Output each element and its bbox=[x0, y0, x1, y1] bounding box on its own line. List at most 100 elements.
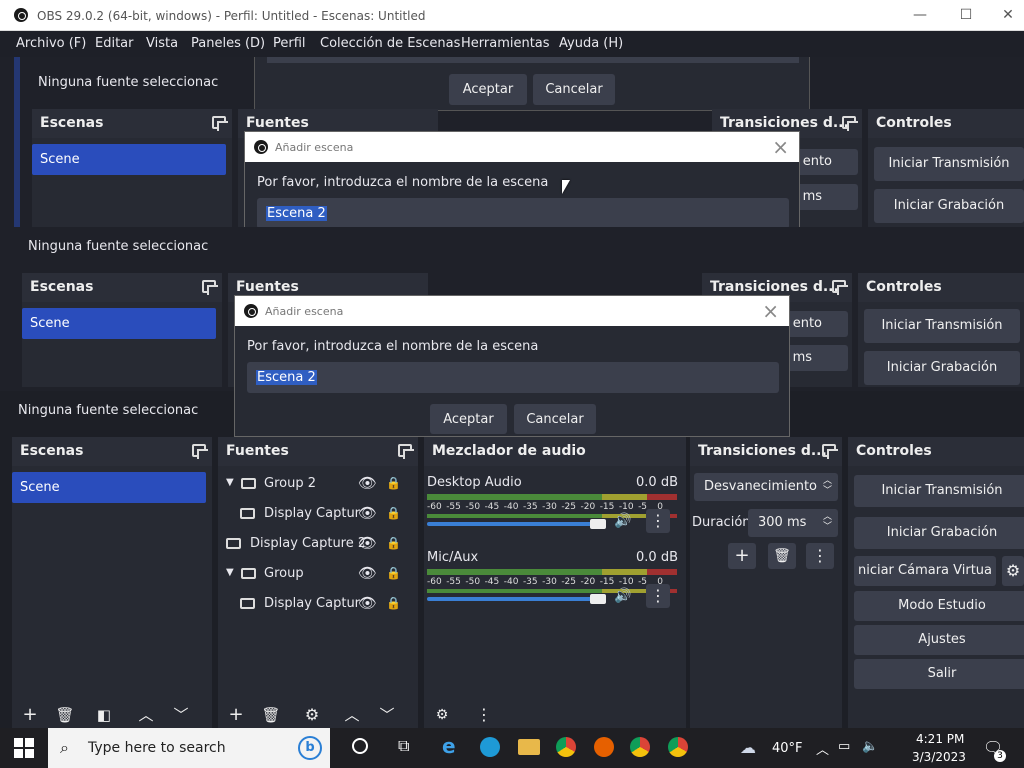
volume-slider[interactable] bbox=[427, 522, 597, 526]
scene-name-input[interactable]: Escena 2 bbox=[257, 198, 789, 229]
chrome-profile-d-icon[interactable] bbox=[668, 737, 688, 757]
scene-name-input[interactable]: Escena 2 bbox=[247, 362, 779, 393]
chrome-profile-b-icon[interactable] bbox=[630, 737, 650, 757]
volume-icon[interactable]: 🔈 bbox=[862, 739, 878, 754]
dialog-ok-button[interactable]: Aceptar bbox=[430, 404, 507, 434]
undock-icon[interactable] bbox=[202, 280, 218, 295]
eye-icon[interactable]: 👁 bbox=[358, 594, 377, 612]
transition-props-button[interactable]: ⋮ bbox=[806, 543, 834, 569]
undock-icon[interactable] bbox=[192, 444, 208, 459]
lock-icon[interactable]: 🔒 bbox=[386, 596, 401, 610]
start-record-button[interactable]: Iniciar Grabación bbox=[874, 189, 1024, 223]
menu-scene-collection[interactable]: Colección de Escenas bbox=[320, 36, 460, 51]
eye-icon[interactable]: 👁 bbox=[358, 504, 377, 522]
add-icon[interactable]: + bbox=[18, 703, 42, 727]
undock-icon[interactable] bbox=[212, 116, 228, 131]
menu-docks[interactable]: Paneles (D) bbox=[191, 36, 265, 51]
menu-view[interactable]: Vista bbox=[146, 36, 178, 51]
duration-spinbox[interactable]: 300 ms ︿ ﹀ bbox=[748, 509, 838, 537]
dialog-close-button[interactable]: × bbox=[772, 135, 789, 159]
menu-profile[interactable]: Perfil bbox=[273, 36, 306, 51]
dialog-cancel-button[interactable]: Cancelar bbox=[514, 404, 596, 434]
menu-tools[interactable]: Herramientas bbox=[461, 36, 550, 51]
lock-icon[interactable]: 🔒 bbox=[386, 566, 401, 580]
remove-transition-button[interactable]: 🗑 bbox=[768, 543, 796, 569]
eye-icon[interactable]: 👁 bbox=[358, 564, 377, 582]
source-item[interactable]: Display Captur 👁 🔒 bbox=[218, 504, 418, 527]
lock-icon[interactable]: 🔒 bbox=[386, 536, 401, 550]
clock-date[interactable]: 3/3/2023 bbox=[912, 750, 966, 764]
channel-menu-button[interactable]: ⋮ bbox=[646, 584, 670, 608]
undock-icon[interactable] bbox=[832, 280, 848, 295]
start-record-button[interactable]: Iniciar Grabación bbox=[864, 351, 1020, 385]
start-stream-button[interactable]: Iniciar Transmisión bbox=[874, 147, 1024, 181]
eye-icon[interactable]: 👁 bbox=[358, 534, 377, 552]
dialog-close-button[interactable]: × bbox=[762, 299, 779, 323]
maximize-button[interactable]: ☐ bbox=[956, 7, 976, 23]
move-up-icon[interactable]: ︿ bbox=[134, 703, 158, 727]
menu-file[interactable]: Archivo (F) bbox=[16, 36, 86, 51]
volume-slider-handle[interactable] bbox=[590, 519, 606, 529]
move-down-icon[interactable]: ﹀ bbox=[375, 703, 399, 727]
filter-icon[interactable]: ◧ bbox=[92, 703, 116, 727]
transition-select[interactable]: Desvanecimiento ︿ ﹀ bbox=[694, 473, 838, 501]
expand-arrow-icon[interactable]: ▼ bbox=[226, 477, 234, 488]
menu-edit[interactable]: Editar bbox=[95, 36, 134, 51]
volume-slider-handle[interactable] bbox=[590, 594, 606, 604]
show-hidden-icons-icon[interactable]: ︿ bbox=[816, 739, 829, 758]
scene-item[interactable]: Scene bbox=[32, 144, 226, 175]
channel-menu-button[interactable]: ⋮ bbox=[646, 509, 670, 533]
source-item[interactable]: ▼ Group 👁 🔒 bbox=[218, 564, 418, 587]
speaker-icon[interactable]: 🔊 bbox=[614, 513, 631, 529]
eye-icon[interactable]: 👁 bbox=[358, 474, 377, 492]
clock-time[interactable]: 4:21 PM bbox=[916, 732, 964, 746]
move-up-icon[interactable]: ︿ bbox=[340, 703, 364, 727]
scene-item[interactable]: Scene bbox=[12, 472, 206, 503]
taskbar-search-box[interactable]: ⌕ Type here to search b bbox=[48, 728, 330, 768]
trash-icon[interactable]: 🗑 bbox=[53, 703, 77, 727]
lock-icon[interactable]: 🔒 bbox=[386, 476, 401, 490]
studio-mode-button[interactable]: Modo Estudio bbox=[854, 591, 1024, 621]
undock-icon[interactable] bbox=[398, 444, 414, 459]
ghost-cancel-button[interactable]: Cancelar bbox=[533, 74, 615, 105]
speaker-icon[interactable]: 🔊 bbox=[614, 588, 631, 604]
more-options-icon[interactable]: ⋮ bbox=[472, 703, 496, 727]
close-button[interactable]: ✕ bbox=[998, 7, 1018, 23]
start-virtual-camera-button[interactable]: niciar Cámara Virtua bbox=[854, 556, 996, 586]
minimize-button[interactable]: — bbox=[910, 7, 930, 23]
source-item[interactable]: Display Captur 👁 🔒 bbox=[218, 594, 418, 617]
ghost-ok-button[interactable]: Aceptar bbox=[449, 74, 527, 105]
cortana-icon[interactable] bbox=[352, 738, 368, 754]
start-stream-button[interactable]: Iniciar Transmisión bbox=[854, 475, 1024, 507]
move-down-icon[interactable]: ﹀ bbox=[169, 703, 193, 727]
start-record-button[interactable]: Iniciar Grabación bbox=[854, 517, 1024, 549]
undock-icon[interactable] bbox=[842, 116, 858, 131]
scene-item[interactable]: Scene bbox=[22, 308, 216, 339]
advanced-audio-icon[interactable]: ⚙ bbox=[430, 703, 454, 727]
virtual-camera-settings-button[interactable]: ⚙ bbox=[1002, 556, 1024, 586]
lock-icon[interactable]: 🔒 bbox=[386, 506, 401, 520]
volume-slider[interactable] bbox=[427, 597, 597, 601]
add-icon[interactable]: + bbox=[224, 703, 248, 727]
gear-icon[interactable]: ⚙ bbox=[300, 703, 324, 727]
start-stream-button[interactable]: Iniciar Transmisión bbox=[864, 309, 1020, 343]
expand-arrow-icon[interactable]: ▼ bbox=[226, 567, 234, 578]
firefox-icon[interactable] bbox=[594, 737, 614, 757]
trash-icon[interactable]: 🗑 bbox=[259, 703, 283, 727]
chrome-icon[interactable] bbox=[556, 737, 576, 757]
ie-icon[interactable]: e bbox=[442, 734, 456, 758]
task-view-icon[interactable]: ⧉ bbox=[398, 736, 409, 756]
exit-button[interactable]: Salir bbox=[854, 659, 1024, 689]
source-item[interactable]: Display Capture 2 👁 🔒 bbox=[218, 534, 418, 557]
weather-temp[interactable]: 40°F bbox=[772, 741, 803, 756]
menu-help[interactable]: Ayuda (H) bbox=[559, 36, 623, 51]
edge-icon[interactable] bbox=[480, 737, 500, 757]
add-transition-button[interactable]: + bbox=[728, 543, 756, 569]
source-item[interactable]: ▼ Group 2 👁 🔒 bbox=[218, 474, 418, 497]
undock-icon[interactable] bbox=[822, 444, 838, 459]
weather-icon[interactable]: ☁ bbox=[740, 738, 756, 757]
start-button[interactable] bbox=[14, 738, 34, 758]
network-icon[interactable]: ▭ bbox=[838, 739, 850, 754]
settings-button[interactable]: Ajustes bbox=[854, 625, 1024, 655]
file-explorer-icon[interactable] bbox=[518, 739, 540, 755]
